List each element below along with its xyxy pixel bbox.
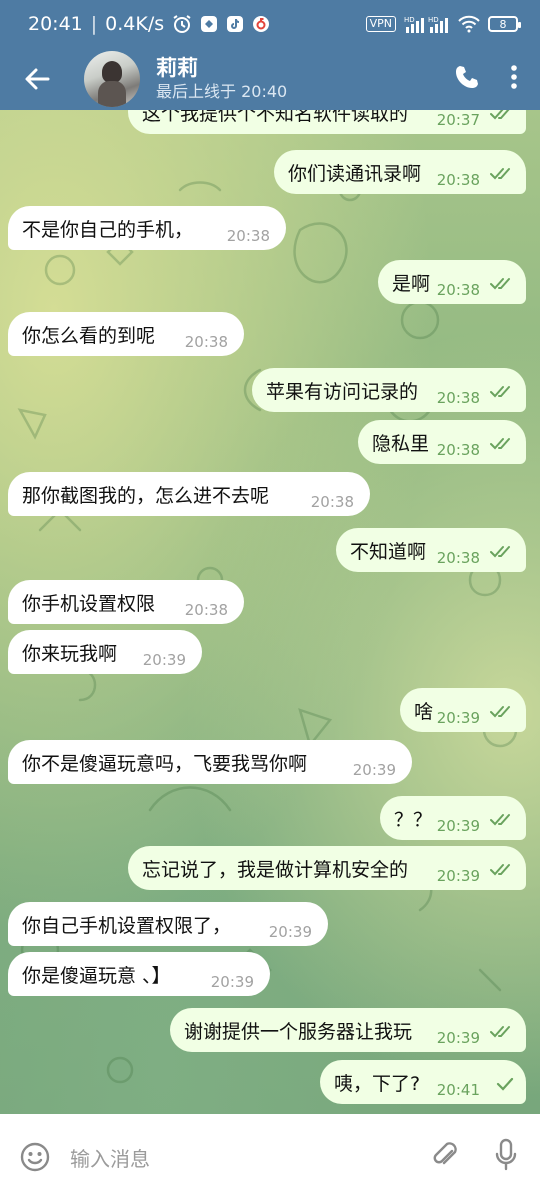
- incoming-message[interactable]: 你怎么看的到呢 20:38: [8, 312, 244, 356]
- message-time: 20:39: [436, 817, 480, 835]
- emoji-icon: [20, 1142, 50, 1172]
- outgoing-message[interactable]: 隐私里 20:38: [358, 420, 526, 464]
- netease-music-icon: [252, 15, 270, 33]
- more-vert-icon[interactable]: [510, 64, 518, 94]
- emoji-button[interactable]: [0, 1141, 70, 1173]
- incoming-message[interactable]: 不是你自己的手机， 20:38: [8, 206, 286, 250]
- avatar[interactable]: [84, 51, 140, 107]
- contact-name: 莉莉: [156, 56, 198, 80]
- outgoing-message[interactable]: 是啊 20:38: [378, 260, 526, 304]
- read-checkmarks-icon: [490, 164, 514, 186]
- status-bar: 20:41 | 0.4K/s VPN HD HD 8: [0, 0, 540, 48]
- outgoing-message[interactable]: 谢谢提供一个服务器让我玩 20:39: [170, 1008, 526, 1052]
- incoming-message[interactable]: 那你截图我的，怎么进不去呢 20:38: [8, 472, 370, 516]
- message-text: 你自己手机设置权限了，: [22, 914, 232, 937]
- message-time: 20:38: [226, 227, 270, 245]
- read-checkmarks-icon: [490, 382, 514, 404]
- read-checkmarks-icon: [490, 434, 514, 456]
- message-text: 这个我提供个不知名软件读取的: [142, 110, 409, 125]
- message-time: 20:39: [210, 973, 254, 991]
- sent-checkmark-icon: [496, 1074, 514, 1096]
- battery-indicator: 8: [488, 16, 521, 32]
- message-text: 啥: [414, 700, 434, 723]
- message-text: 你来玩我啊: [22, 642, 118, 665]
- incoming-message[interactable]: 你来玩我啊 20:39: [8, 630, 202, 674]
- app-icon: [200, 15, 218, 33]
- message-time: 20:39: [436, 867, 480, 885]
- attach-icon[interactable]: [430, 1139, 460, 1175]
- message-time: 20:38: [310, 493, 354, 511]
- net-speed: 0.4K/s: [105, 13, 165, 35]
- read-checkmarks-icon: [490, 274, 514, 296]
- outgoing-message[interactable]: 咦，下了? 20:41: [320, 1060, 526, 1104]
- outgoing-message[interactable]: 你们读通讯录啊 20:38: [274, 150, 526, 194]
- message-list[interactable]: 这个我提供个不知名软件读取的 20:37 你们读通讯录啊 20:38 不是你自己的手机，…: [0, 110, 540, 1114]
- back-button[interactable]: [0, 48, 74, 110]
- incoming-message[interactable]: 你是傻逼玩意 、】 20:39: [8, 952, 270, 996]
- read-checkmarks-icon: [490, 1022, 514, 1044]
- message-text: 你怎么看的到呢: [22, 324, 156, 347]
- read-checkmarks-icon: [490, 810, 514, 832]
- message-time: 20:38: [436, 389, 480, 407]
- outgoing-message[interactable]: 不知道啊 20:38: [336, 528, 526, 572]
- message-text: 是啊: [392, 272, 431, 295]
- outgoing-message[interactable]: 这个我提供个不知名软件读取的 20:37: [128, 110, 526, 134]
- svg-text:HD: HD: [404, 16, 415, 24]
- chat-title-block[interactable]: 莉莉 最后上线于 20:40: [156, 55, 454, 103]
- vpn-badge: VPN: [365, 16, 396, 32]
- incoming-message[interactable]: 你不是傻逼玩意吗，飞要我骂你啊 20:39: [8, 740, 412, 784]
- chat-header: 莉莉 最后上线于 20:40: [0, 48, 540, 110]
- message-text: 那你截图我的，怎么进不去呢: [22, 484, 270, 507]
- message-time: 20:38: [436, 281, 480, 299]
- message-time: 20:39: [352, 761, 396, 779]
- message-time: 20:39: [436, 1029, 480, 1047]
- message-text: 不知道啊: [350, 540, 427, 563]
- message-time: 20:38: [436, 549, 480, 567]
- outgoing-message[interactable]: 忘记说了，我是做计算机安全的 20:39: [128, 846, 526, 890]
- message-text: 你们读通讯录啊: [288, 162, 422, 185]
- read-checkmarks-icon: [490, 702, 514, 724]
- status-time: 20:41: [28, 13, 83, 35]
- wifi-icon: [458, 15, 480, 33]
- message-text: 你是傻逼玩意 、】: [22, 964, 171, 987]
- message-text: 苹果有访问记录的: [266, 380, 419, 403]
- message-text: 咦，下了?: [334, 1072, 421, 1095]
- incoming-message[interactable]: 你自己手机设置权限了， 20:39: [8, 902, 328, 946]
- read-checkmarks-icon: [490, 860, 514, 882]
- message-time: 20:39: [142, 651, 186, 669]
- message-time: 20:37: [436, 111, 480, 129]
- read-checkmarks-icon: [490, 110, 514, 126]
- avatar-photo: [102, 61, 122, 83]
- message-text: 隐私里: [372, 432, 430, 455]
- message-input[interactable]: 输入消息: [70, 1143, 430, 1172]
- mic-icon[interactable]: [494, 1138, 518, 1176]
- back-arrow-icon: [25, 68, 50, 90]
- message-time: 20:41: [436, 1081, 480, 1099]
- message-text: 你不是傻逼玩意吗，飞要我骂你啊: [22, 752, 308, 775]
- message-time: 20:39: [436, 709, 480, 727]
- outgoing-message[interactable]: 苹果有访问记录的 20:38: [252, 368, 526, 412]
- message-time: 20:38: [436, 441, 480, 459]
- incoming-message[interactable]: 你手机设置权限 20:38: [8, 580, 244, 624]
- message-time: 20:38: [184, 601, 228, 619]
- read-checkmarks-icon: [490, 542, 514, 564]
- tiktok-icon: [226, 15, 244, 33]
- signal-icon: HD HD: [404, 15, 450, 33]
- message-text: 不是你自己的手机，: [22, 218, 194, 241]
- message-text: ？？: [394, 808, 433, 831]
- alarm-icon: [172, 14, 192, 34]
- message-time: 20:38: [184, 333, 228, 351]
- message-time: 20:38: [436, 171, 480, 189]
- message-input-bar: 输入消息: [0, 1114, 540, 1200]
- outgoing-message[interactable]: ？？ 20:39: [380, 796, 526, 840]
- message-text: 你手机设置权限: [22, 592, 156, 615]
- message-time: 20:39: [268, 923, 312, 941]
- phone-icon[interactable]: [454, 64, 480, 94]
- svg-text:HD: HD: [428, 16, 439, 24]
- outgoing-message[interactable]: 啥 20:39: [400, 688, 526, 732]
- last-seen: 最后上线于 20:40: [156, 82, 288, 101]
- message-text: 谢谢提供一个服务器让我玩: [184, 1020, 413, 1043]
- message-text: 忘记说了，我是做计算机安全的: [142, 858, 409, 881]
